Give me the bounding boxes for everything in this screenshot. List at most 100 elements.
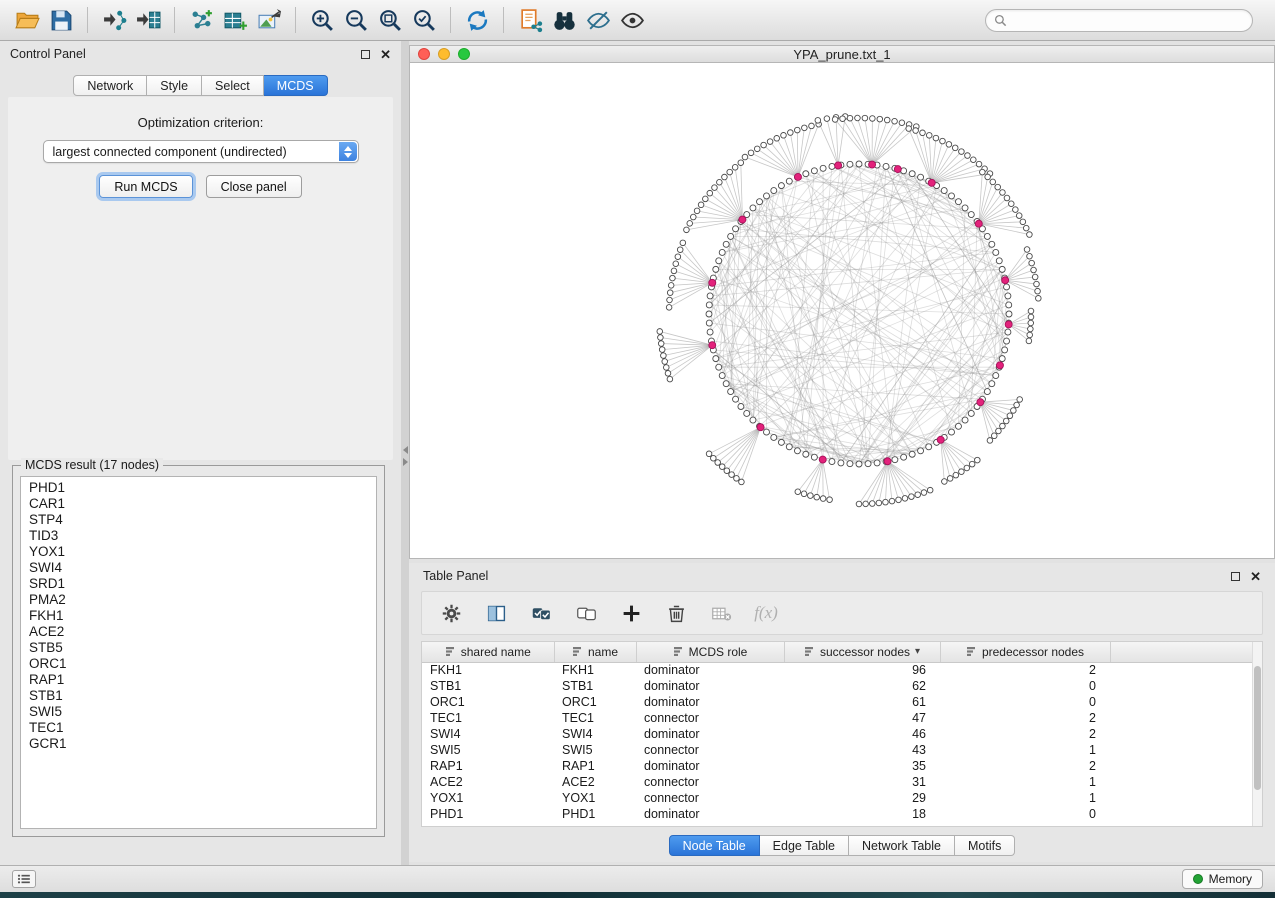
table-cell[interactable]: 47: [784, 710, 940, 726]
table-cell[interactable]: STB1: [422, 678, 554, 694]
table-cell[interactable]: 2: [940, 726, 1110, 742]
table-cell[interactable]: ACE2: [554, 774, 636, 790]
clone-network-button[interactable]: [513, 4, 547, 36]
table-cell[interactable]: dominator: [636, 694, 784, 710]
table-cell[interactable]: connector: [636, 790, 784, 806]
table-row[interactable]: STB1STB1dominator620: [422, 678, 1254, 694]
show-columns-button[interactable]: [483, 600, 509, 626]
table-row[interactable]: TEC1TEC1connector472: [422, 710, 1254, 726]
tab-motifs[interactable]: Motifs: [955, 835, 1015, 856]
table-cell[interactable]: dominator: [636, 726, 784, 742]
select-all-button[interactable]: [528, 600, 554, 626]
mcds-result-item[interactable]: ACE2: [21, 624, 376, 640]
search-input[interactable]: [1012, 13, 1244, 27]
new-network-button[interactable]: [184, 4, 218, 36]
save-session-button[interactable]: [44, 4, 78, 36]
table-cell[interactable]: dominator: [636, 662, 784, 678]
table-cell[interactable]: 0: [940, 678, 1110, 694]
mcds-result-item[interactable]: SRD1: [21, 576, 376, 592]
table-cell[interactable]: SWI4: [422, 726, 554, 742]
column-header-shared-name[interactable]: shared name: [422, 642, 554, 662]
mcds-result-item[interactable]: PHD1: [21, 480, 376, 496]
table-row[interactable]: SWI5SWI5connector431: [422, 742, 1254, 758]
table-cell[interactable]: PHD1: [422, 806, 554, 822]
table-cell[interactable]: TEC1: [422, 710, 554, 726]
close-panel-icon[interactable]: ✕: [380, 48, 391, 61]
mcds-result-item[interactable]: RAP1: [21, 672, 376, 688]
mcds-result-item[interactable]: GCR1: [21, 736, 376, 752]
column-header-mcds-role[interactable]: MCDS role: [636, 642, 784, 662]
table-scrollbar-thumb[interactable]: [1254, 666, 1261, 790]
table-cell[interactable]: ORC1: [422, 694, 554, 710]
table-cell[interactable]: ACE2: [422, 774, 554, 790]
mcds-result-list[interactable]: PHD1CAR1STP4TID3YOX1SWI4SRD1PMA2FKH1ACE2…: [20, 476, 377, 829]
splitter-collapse-handle[interactable]: [401, 446, 409, 472]
network-window-titlebar[interactable]: YPA_prune.txt_1: [410, 46, 1274, 63]
table-row[interactable]: ACE2ACE2connector311: [422, 774, 1254, 790]
import-network-button[interactable]: [97, 4, 131, 36]
memory-button[interactable]: Memory: [1182, 869, 1263, 889]
table-row[interactable]: SWI4SWI4dominator462: [422, 726, 1254, 742]
mcds-result-item[interactable]: STB5: [21, 640, 376, 656]
deselect-all-button[interactable]: [573, 600, 599, 626]
close-panel-button[interactable]: Close panel: [206, 175, 302, 198]
mcds-result-item[interactable]: SWI4: [21, 560, 376, 576]
show-tasks-button[interactable]: [12, 870, 36, 888]
tab-edge-table[interactable]: Edge Table: [760, 835, 849, 856]
close-table-panel-icon[interactable]: ✕: [1250, 570, 1261, 583]
column-header-predecessor-nodes[interactable]: predecessor nodes: [940, 642, 1110, 662]
table-cell[interactable]: 18: [784, 806, 940, 822]
table-row[interactable]: PHD1PHD1dominator180: [422, 806, 1254, 822]
column-header-name[interactable]: name: [554, 642, 636, 662]
table-cell[interactable]: RAP1: [554, 758, 636, 774]
table-cell[interactable]: SWI5: [554, 742, 636, 758]
table-row[interactable]: RAP1RAP1dominator352: [422, 758, 1254, 774]
table-cell[interactable]: 1: [940, 790, 1110, 806]
refresh-button[interactable]: [460, 4, 494, 36]
optimization-criterion-select[interactable]: largest connected component (undirected): [43, 140, 359, 163]
show-details-button[interactable]: [615, 4, 649, 36]
export-image-button[interactable]: [252, 4, 286, 36]
table-cell[interactable]: PHD1: [554, 806, 636, 822]
mcds-result-item[interactable]: SWI5: [21, 704, 376, 720]
table-cell[interactable]: connector: [636, 742, 784, 758]
table-cell[interactable]: 1: [940, 742, 1110, 758]
vertical-splitter[interactable]: [401, 41, 409, 865]
table-cell[interactable]: connector: [636, 774, 784, 790]
table-cell[interactable]: 43: [784, 742, 940, 758]
mcds-result-item[interactable]: TID3: [21, 528, 376, 544]
table-row[interactable]: YOX1YOX1connector291: [422, 790, 1254, 806]
tab-style[interactable]: Style: [147, 75, 202, 96]
table-cell[interactable]: 35: [784, 758, 940, 774]
table-cell[interactable]: SWI5: [422, 742, 554, 758]
delete-column-button[interactable]: [663, 600, 689, 626]
table-cell[interactable]: 31: [784, 774, 940, 790]
column-header-successor-nodes[interactable]: successor nodes ▾: [784, 642, 940, 662]
mcds-result-item[interactable]: STP4: [21, 512, 376, 528]
table-cell[interactable]: dominator: [636, 758, 784, 774]
table-cell[interactable]: 2: [940, 758, 1110, 774]
open-file-button[interactable]: [10, 4, 44, 36]
table-settings-button[interactable]: [438, 600, 464, 626]
table-cell[interactable]: 2: [940, 710, 1110, 726]
table-cell[interactable]: 1: [940, 774, 1110, 790]
search-network-button[interactable]: [547, 4, 581, 36]
table-cell[interactable]: 29: [784, 790, 940, 806]
table-cell[interactable]: YOX1: [422, 790, 554, 806]
table-cell[interactable]: dominator: [636, 678, 784, 694]
mcds-result-item[interactable]: STB1: [21, 688, 376, 704]
search-field[interactable]: [985, 9, 1253, 32]
mcds-result-item[interactable]: YOX1: [21, 544, 376, 560]
network-canvas-container[interactable]: [410, 64, 1274, 558]
zoom-in-button[interactable]: [305, 4, 339, 36]
zoom-selected-button[interactable]: [407, 4, 441, 36]
import-table-button[interactable]: [131, 4, 165, 36]
table-cell[interactable]: SWI4: [554, 726, 636, 742]
table-cell[interactable]: STB1: [554, 678, 636, 694]
mcds-result-item[interactable]: TEC1: [21, 720, 376, 736]
table-cell[interactable]: 62: [784, 678, 940, 694]
table-cell[interactable]: ORC1: [554, 694, 636, 710]
table-cell[interactable]: 46: [784, 726, 940, 742]
tab-network-table[interactable]: Network Table: [849, 835, 955, 856]
table-cell[interactable]: 61: [784, 694, 940, 710]
